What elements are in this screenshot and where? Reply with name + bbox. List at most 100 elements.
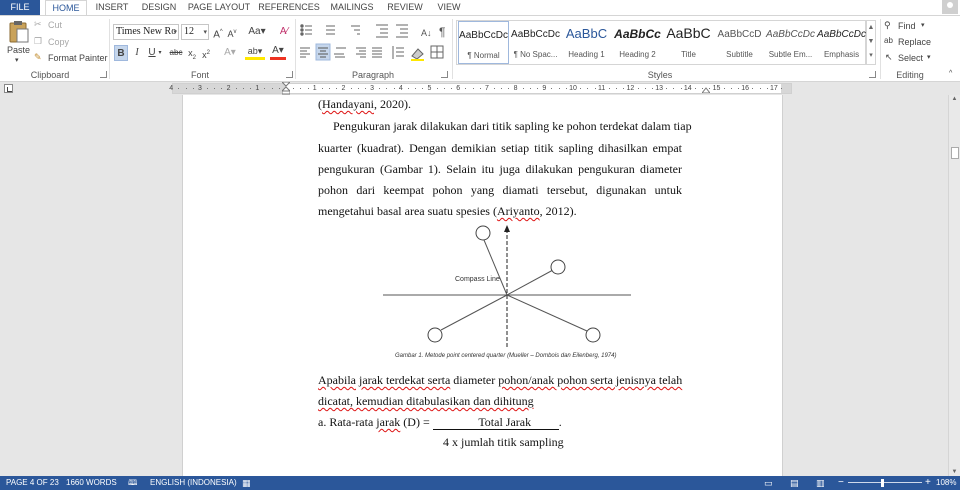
font-color-icon[interactable]: A▾ <box>270 45 286 60</box>
select-button[interactable]: ↖ Select ▾ <box>884 52 944 64</box>
find-label: Find <box>898 21 916 31</box>
citation: Ariyanto <box>496 204 540 218</box>
text-line: pohon dari keempat pohon yang diamati te… <box>318 183 682 197</box>
text-line: kuarter (kuadrat). Dengan demikian setia… <box>318 141 682 155</box>
style-name: Heading 2 <box>619 50 656 59</box>
replace-button[interactable]: ab Replace <box>884 36 948 48</box>
ruler-tick <box>752 88 754 89</box>
language-indicator[interactable]: ENGLISH (INDONESIA) <box>150 476 237 490</box>
collapse-ribbon-icon[interactable]: ^ <box>949 70 952 77</box>
tab-design[interactable]: DESIGN <box>137 0 181 15</box>
ruler-tick <box>587 88 589 89</box>
citation: Handayani <box>322 97 374 111</box>
ruler-tick <box>551 88 553 89</box>
shrink-font-icon[interactable]: Av <box>226 24 238 40</box>
zoom-out-icon[interactable]: − <box>838 476 844 490</box>
tab-references[interactable]: REFERENCES <box>257 0 321 15</box>
ruler-tick <box>192 88 194 89</box>
macro-recording-icon[interactable]: ▦ <box>242 476 251 490</box>
tab-review[interactable]: REVIEW <box>383 0 427 15</box>
styles-gallery-scroll[interactable]: ▲ ▼ ▾ <box>866 20 876 65</box>
print-layout-icon[interactable]: ▤ <box>790 476 799 490</box>
italic-button[interactable]: I <box>131 45 143 61</box>
tab-page-layout[interactable]: PAGE LAYOUT <box>186 0 252 15</box>
ruler-tick <box>357 88 359 89</box>
copy-icon: ❐ <box>34 36 43 46</box>
document-area[interactable]: (Handayani, 2020). Pengukuran jarak dila… <box>0 95 948 476</box>
indent-markers-icon[interactable] <box>282 82 290 95</box>
strikethrough-button[interactable]: abc <box>168 45 184 61</box>
style-normal[interactable]: AaBbCcDc ¶ Normal <box>458 21 509 64</box>
cursor-icon: ↖ <box>885 52 893 62</box>
ruler-tick <box>451 88 453 89</box>
ruler-tick <box>479 88 481 89</box>
more-styles-icon[interactable]: ▾ <box>867 49 875 63</box>
change-case-icon[interactable]: Aa▾ <box>247 24 267 40</box>
chevron-down-icon[interactable]: ▼ <box>867 35 875 49</box>
font-size-combo[interactable]: 12 ▾ <box>181 24 209 40</box>
scrollbar-thumb[interactable] <box>951 147 959 159</box>
zoom-slider-thumb[interactable] <box>881 479 884 487</box>
style-subtle-emphasis[interactable]: AaBbCcDc Subtle Em... <box>765 21 816 64</box>
proofing-icon[interactable]: 🕮 <box>128 476 137 490</box>
document-page[interactable]: (Handayani, 2020). Pengukuran jarak dila… <box>182 95 783 476</box>
zoom-slider-track[interactable] <box>848 482 922 483</box>
style-emphasis[interactable]: AaBbCcDc Emphasis <box>816 21 867 64</box>
word-count[interactable]: 1660 WORDS <box>66 476 117 490</box>
zoom-in-icon[interactable]: + <box>925 476 931 490</box>
right-indent-icon[interactable] <box>702 87 710 93</box>
format-painter-button[interactable]: ✎ Format Painter <box>34 52 108 64</box>
ruler-tick <box>465 88 467 89</box>
style-title[interactable]: AaBbC Title <box>663 21 714 64</box>
vertical-scrollbar[interactable]: ▲ ▼ <box>948 95 960 476</box>
styles-launcher-icon[interactable] <box>869 71 876 78</box>
chevron-up-icon[interactable]: ▲ <box>867 21 875 35</box>
clear-formatting-icon[interactable]: A⁄ <box>277 24 291 40</box>
style-heading-1[interactable]: AaBbC Heading 1 <box>561 21 612 64</box>
text-effects-icon[interactable]: A▾ <box>222 45 238 61</box>
superscript-button[interactable]: x2 <box>200 45 212 61</box>
divider <box>295 19 296 79</box>
ruler-tick <box>558 88 560 89</box>
style-heading-2[interactable]: AaBbCc Heading 2 <box>612 21 663 64</box>
text-line: Apabila jarak terdekat serta diameter po… <box>318 373 682 387</box>
page-count[interactable]: PAGE 4 OF 23 <box>6 476 59 490</box>
ruler-right-margin <box>781 84 791 93</box>
chevron-down-icon[interactable]: ▾ <box>157 45 163 61</box>
grow-font-icon[interactable]: A^ <box>212 24 224 40</box>
highlight-icon[interactable]: ab▾ <box>245 45 265 60</box>
copy-button[interactable]: ❐ Copy <box>34 36 94 48</box>
horizontal-ruler[interactable]: 4 3 2 1 1 2 3 4 5 6 7 8 9 10 11 12 13 14 15 16 17 <box>169 83 792 94</box>
user-avatar[interactable] <box>942 0 958 14</box>
zoom-level[interactable]: 108% <box>936 476 956 490</box>
ruler-tick <box>379 88 381 89</box>
font-name-combo[interactable]: Times New Ro ▾ <box>113 24 179 40</box>
find-button[interactable]: ⚲ Find ▾ <box>884 20 944 32</box>
tab-selector-icon[interactable] <box>4 84 13 93</box>
tab-insert[interactable]: INSERT <box>92 0 132 15</box>
ruler-tick <box>350 88 352 89</box>
ruler-number: 6 <box>456 85 461 92</box>
cut-button[interactable]: ✂ Cut <box>34 19 94 31</box>
ruler-number: 2 <box>226 85 231 92</box>
tab-view[interactable]: VIEW <box>432 0 466 15</box>
scroll-down-icon[interactable]: ▼ <box>949 469 960 475</box>
tab-mailings[interactable]: MAILINGS <box>326 0 378 15</box>
style-subtitle[interactable]: AaBbCcD Subtitle <box>714 21 765 64</box>
tab-home[interactable]: HOME <box>45 0 87 16</box>
paragraph-launcher-icon[interactable] <box>441 71 448 78</box>
subscript-button[interactable]: x2 <box>186 45 198 61</box>
text-run: , 2020). <box>373 97 411 111</box>
web-layout-icon[interactable]: ▥ <box>816 476 825 490</box>
scroll-up-icon[interactable]: ▲ <box>949 96 960 102</box>
style-no-spacing[interactable]: AaBbCcDc ¶ No Spac... <box>510 21 561 64</box>
font-launcher-icon[interactable] <box>286 71 293 78</box>
paste-button[interactable]: Paste ▾ <box>4 18 32 68</box>
read-mode-icon[interactable]: ▭ <box>764 476 773 490</box>
ruler-tick <box>738 88 740 89</box>
ruler-tick <box>415 88 417 89</box>
clipboard-launcher-icon[interactable] <box>100 71 107 78</box>
bold-button[interactable]: B <box>114 45 128 61</box>
ruler-tick <box>522 88 524 89</box>
tab-file[interactable]: FILE <box>0 0 40 15</box>
